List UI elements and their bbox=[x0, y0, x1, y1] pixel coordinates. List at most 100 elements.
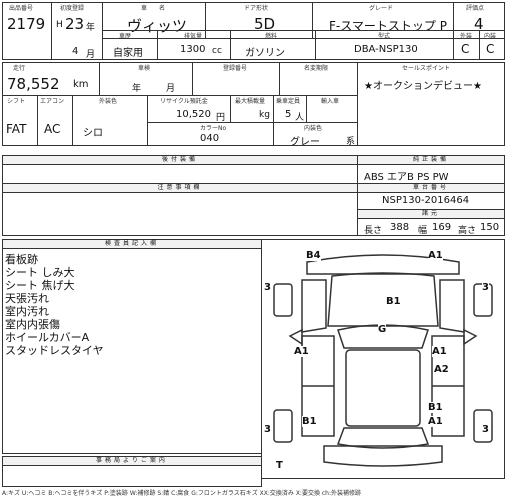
score-header: 評価点 bbox=[466, 5, 485, 12]
damage-mark-a1: A1 bbox=[432, 346, 447, 357]
first-reg-header: 初度登録 bbox=[60, 5, 85, 12]
mileage-header: 走行 bbox=[13, 65, 26, 72]
chassis-area: NSP130-2016464 bbox=[357, 192, 505, 210]
first-reg-year: 23 bbox=[65, 15, 85, 33]
damage-note: 室内汚れ bbox=[5, 305, 49, 318]
damage-mark-t: T bbox=[276, 460, 283, 471]
diagram-area: B4 A1 3 3 B1 G A1 A1 A2 3 3 B1 B1 A1 T bbox=[261, 239, 505, 479]
ext-int-divider bbox=[479, 31, 480, 59]
shift-header: シフト bbox=[7, 98, 26, 105]
dims-header: 諸元 bbox=[421, 210, 440, 217]
fuel-value: ガソリン bbox=[245, 48, 285, 59]
int-color-cell: 内装色 グレー 系 bbox=[273, 122, 358, 148]
footer-area bbox=[2, 465, 262, 487]
first-reg-cell: 初度登録 H 23 年 4 月 bbox=[51, 2, 103, 60]
equipment-value: ABS エアB PS PW bbox=[364, 172, 449, 183]
trunk-outline bbox=[323, 445, 443, 467]
grade-header: グレード bbox=[369, 5, 394, 12]
capacity-cell: 乗車定員 5 人 bbox=[273, 95, 307, 123]
mileage-unit: km bbox=[73, 79, 89, 90]
model-value: DBA-NSP130 bbox=[354, 44, 418, 55]
roof-outline bbox=[345, 349, 421, 427]
dims-area: 長さ 388 幅 169 高さ 150 bbox=[357, 218, 505, 236]
wheel-front-left bbox=[273, 283, 293, 317]
ext-int-cell: 外装 内装 C C bbox=[453, 30, 505, 60]
wheel-rear-left bbox=[273, 409, 293, 443]
damage-mark-g: G bbox=[378, 324, 387, 335]
first-reg-month: 4 bbox=[72, 46, 79, 57]
notes-header: 注意事項欄 bbox=[157, 184, 203, 191]
length-value: 388 bbox=[390, 222, 410, 233]
damage-mark-3: 3 bbox=[482, 424, 489, 435]
inspector-area: 看板跡 シート しみ大 シート 焦げ大 天張汚れ 室内汚れ 室内内張傷 ホイールカバーA スタ… bbox=[2, 248, 262, 454]
capacity-value: 5 bbox=[285, 109, 292, 120]
damage-note: シート しみ大 bbox=[5, 266, 75, 279]
int-color-header: 内装色 bbox=[304, 125, 323, 132]
mileage-value: 78,552 bbox=[7, 75, 60, 93]
capacity-header: 乗車定員 bbox=[276, 98, 301, 105]
chassis-value: NSP130-2016464 bbox=[382, 195, 470, 206]
damage-mark-b1: B1 bbox=[302, 416, 317, 427]
rear-window-outline bbox=[336, 427, 430, 449]
reg-number-header: 登録番号 bbox=[223, 65, 248, 72]
sales-point-value: ★オークションデビュー★ bbox=[364, 81, 482, 92]
color-no-value: 040 bbox=[200, 133, 220, 144]
max-load-unit: kg bbox=[259, 110, 270, 120]
fuel-header: 燃料 bbox=[265, 33, 278, 40]
shift-cell: シフト FAT bbox=[2, 95, 38, 146]
mileage-cell: 走行 78,552 km bbox=[2, 62, 100, 96]
color-no-header: カラーNo bbox=[200, 125, 227, 132]
length-label: 長さ bbox=[364, 226, 383, 236]
inspection-cell: 車検 年 月 bbox=[99, 62, 193, 96]
first-reg-month-unit: 月 bbox=[86, 50, 96, 60]
damage-mark-3: 3 bbox=[264, 282, 271, 293]
damage-note: 室内内張傷 bbox=[5, 318, 60, 331]
height-value: 150 bbox=[480, 222, 500, 233]
fuel-cell: 燃料 ガソリン bbox=[230, 30, 316, 60]
aftermarket-header: 後付装備 bbox=[161, 156, 198, 163]
width-value: 169 bbox=[432, 222, 452, 233]
int-header: 内装 bbox=[484, 33, 497, 40]
damage-mark-a2: A2 bbox=[434, 364, 449, 375]
chassis-header: 車台番号 bbox=[412, 184, 449, 191]
damage-list: 看板跡 シート しみ大 シート 焦げ大 天張汚れ 室内汚れ 室内内張傷 ホイールカバーA スタ… bbox=[5, 253, 104, 357]
max-load-cell: 最大積載量 kg bbox=[230, 95, 274, 123]
damage-note: 天張汚れ bbox=[5, 292, 49, 305]
use-value: 自家用 bbox=[113, 48, 143, 59]
right-mirror bbox=[463, 328, 478, 346]
use-header: 車歴 bbox=[119, 33, 132, 40]
recycle-cell: リサイクル預託金 10,520 円 bbox=[147, 95, 231, 123]
model-header: 型式 bbox=[378, 33, 391, 40]
legend-text: A:キズ U:ヘコミ B:ヘコミを伴うキズ P:塗装跡 W:補修跡 S:錆 C:… bbox=[2, 490, 361, 497]
aircon-value: AC bbox=[44, 122, 61, 136]
inspector-header: 検査員記入欄 bbox=[104, 240, 159, 247]
damage-mark-3: 3 bbox=[264, 424, 271, 435]
aircon-cell: エアコン AC bbox=[37, 95, 73, 146]
model-cell: 型式 DBA-NSP130 bbox=[315, 30, 454, 60]
displacement-cell: 排気量 1300 cc bbox=[157, 30, 231, 60]
ext-grade: C bbox=[461, 42, 470, 56]
displacement-header: 排気量 bbox=[184, 33, 203, 40]
right-front-fender bbox=[439, 279, 465, 333]
displacement-value: 1300 bbox=[180, 44, 206, 55]
aftermarket-area bbox=[2, 164, 358, 184]
first-reg-era: H bbox=[56, 20, 63, 30]
damage-mark-b4: B4 bbox=[306, 250, 321, 261]
displacement-unit: cc bbox=[212, 46, 222, 56]
shift-value: FAT bbox=[6, 122, 27, 136]
height-label: 高さ bbox=[458, 226, 477, 236]
inspection-header: 車検 bbox=[138, 65, 151, 72]
left-mirror bbox=[288, 328, 303, 346]
damage-mark-a1: A1 bbox=[294, 346, 309, 357]
import-cell: 輸入車 bbox=[306, 95, 358, 123]
recycle-value: 10,520 bbox=[176, 109, 211, 120]
damage-mark-a1: A1 bbox=[428, 250, 443, 261]
equipment-header: 純正装備 bbox=[412, 156, 449, 163]
int-grade: C bbox=[486, 42, 495, 56]
inspection-month-unit: 月 bbox=[166, 84, 176, 94]
color-header: 外装色 bbox=[99, 98, 118, 105]
use-cell: 車歴 自家用 bbox=[102, 30, 158, 60]
lot-header: 出品番号 bbox=[9, 5, 34, 12]
width-label: 幅 bbox=[418, 226, 428, 236]
hood-outline bbox=[327, 272, 439, 327]
